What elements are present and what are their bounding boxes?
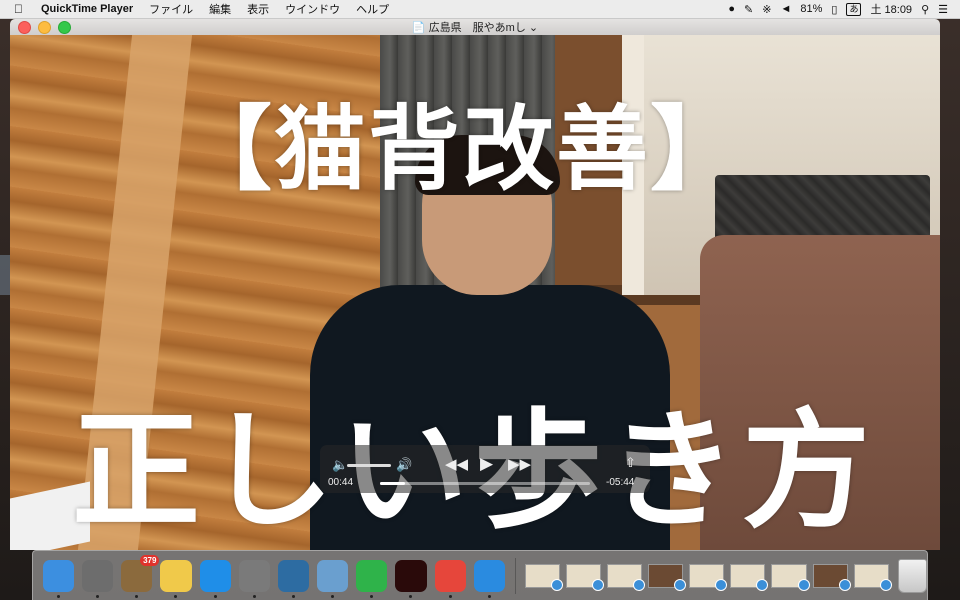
menu-help[interactable]: ヘルプ — [348, 1, 397, 17]
trash-icon[interactable] — [897, 558, 927, 593]
volume-low-icon[interactable]: 🔈 — [332, 457, 348, 473]
dock-minimized-window[interactable] — [730, 563, 769, 591]
app-badge-icon — [756, 578, 769, 591]
app-badge-icon — [633, 578, 646, 591]
dock-minimized-window[interactable] — [607, 563, 646, 591]
running-indicator — [213, 594, 217, 598]
running-indicator — [487, 594, 491, 598]
volume-high-icon[interactable]: 🔊 — [396, 457, 412, 473]
video-frame[interactable]: 【猫背改善】 正しい歩き方 🔈 🔊 ◀◀ ▶ ▶▶ ⇧ 00:44 -05:44 — [10, 35, 940, 550]
dock-minimized-window[interactable] — [648, 563, 687, 591]
chevron-down-icon[interactable]: ⌄ — [529, 22, 538, 34]
dock-system-preferences-icon[interactable] — [238, 559, 270, 598]
dock-minimized-window[interactable] — [771, 563, 810, 591]
rewind-icon[interactable]: ◀◀ — [445, 455, 468, 473]
close-button[interactable] — [18, 20, 31, 34]
menu-app-name[interactable]: QuickTime Player — [33, 3, 141, 15]
running-indicator — [448, 594, 452, 598]
creative-cloud-icon[interactable]: ● — [728, 3, 735, 15]
dock-safari-icon[interactable] — [473, 559, 505, 598]
dock-minimized-window[interactable] — [812, 563, 851, 591]
dock-separator — [514, 557, 516, 594]
running-indicator — [174, 594, 178, 598]
clock[interactable]: 土 18:09 — [870, 1, 912, 17]
current-time: 00:44 — [328, 477, 354, 488]
volume-slider[interactable] — [347, 464, 391, 467]
list-icon[interactable]: ☰ — [938, 3, 948, 16]
quicktime-window: 📄 広島県 服やあmし ⌄ 【猫背改善】 正しい歩き方 🔈 🔊 ◀◀ ▶ ▶▶ … — [10, 19, 940, 550]
share-icon[interactable]: ⇧ — [625, 455, 636, 471]
mail-badge: 379 — [140, 554, 160, 566]
dock-minimized-window[interactable] — [853, 563, 892, 591]
remaining-time: -05:44 — [606, 477, 635, 488]
running-indicator — [96, 594, 100, 598]
running-indicator — [331, 594, 335, 598]
app-badge-icon — [879, 578, 892, 591]
wifi-icon[interactable]: ◄ — [780, 3, 791, 15]
document-icon: 📄 — [411, 22, 426, 34]
playback-controls[interactable]: 🔈 🔊 ◀◀ ▶ ▶▶ ⇧ 00:44 -05:44 — [320, 445, 650, 493]
dock-evernote-icon[interactable] — [356, 559, 388, 598]
app-badge-icon — [715, 578, 728, 591]
bluetooth-icon[interactable]: ※ — [762, 3, 771, 16]
app-badge-icon — [550, 578, 563, 591]
play-icon[interactable]: ▶ — [480, 454, 493, 474]
input-method-indicator[interactable]: あ — [846, 2, 862, 16]
dock-mail-icon[interactable]: 379 — [121, 554, 160, 598]
apple-menu-icon[interactable]:  — [0, 2, 33, 16]
window-title-text: 広島県 服やあmし — [428, 22, 526, 34]
battery-percent[interactable]: 81% — [800, 3, 822, 15]
dock-app-store-icon[interactable] — [199, 559, 231, 598]
app-badge-icon — [592, 578, 605, 591]
dock-minimized-window[interactable] — [565, 563, 605, 591]
dock-launchpad-icon[interactable] — [82, 559, 114, 598]
dock-minimized-window[interactable] — [689, 563, 728, 591]
desktop-file-icon[interactable] — [0, 255, 10, 295]
timeline-progress — [380, 482, 406, 485]
dock-acrobat-icon[interactable] — [395, 559, 427, 598]
window-title: 📄 広島県 服やあmし ⌄ — [10, 19, 940, 35]
running-indicator — [291, 594, 295, 598]
dock-chrome-icon[interactable] — [434, 559, 466, 598]
fullscreen-button[interactable] — [58, 20, 71, 34]
running-indicator — [57, 594, 60, 598]
running-indicator — [409, 594, 413, 598]
app-badge-icon — [797, 578, 810, 591]
timeline-scrubber[interactable] — [380, 482, 590, 485]
battery-icon[interactable]: ▯ — [831, 3, 837, 16]
running-indicator — [135, 594, 139, 598]
app-badge-icon — [838, 578, 851, 591]
video-caption-top: 【猫背改善】 — [180, 96, 745, 203]
dock-quicktime-icon[interactable] — [277, 559, 310, 598]
fast-forward-icon[interactable]: ▶▶ — [508, 455, 531, 473]
menu-file[interactable]: ファイル — [141, 1, 201, 17]
running-indicator — [370, 594, 374, 598]
dock-minimized-window[interactable] — [524, 563, 563, 591]
minimize-button[interactable] — [38, 20, 51, 34]
dock-preview-icon[interactable] — [317, 559, 349, 598]
dock: 379 — [32, 550, 928, 600]
app-badge-icon — [674, 578, 687, 591]
window-titlebar[interactable]: 📄 広島県 服やあmし ⌄ — [10, 19, 940, 35]
menu-edit[interactable]: 編集 — [201, 1, 239, 17]
menu-bar:  QuickTime Player ファイル 編集 表示 ウインドウ ヘルプ … — [0, 0, 960, 19]
evernote-icon[interactable]: ✎ — [744, 3, 753, 16]
search-icon[interactable]: ⚲ — [921, 3, 929, 16]
running-indicator — [252, 594, 256, 598]
menu-window[interactable]: ウインドウ — [277, 1, 348, 17]
menu-view[interactable]: 表示 — [239, 1, 277, 17]
dock-notes-icon[interactable] — [160, 559, 192, 598]
dock-finder-icon[interactable] — [43, 559, 75, 598]
